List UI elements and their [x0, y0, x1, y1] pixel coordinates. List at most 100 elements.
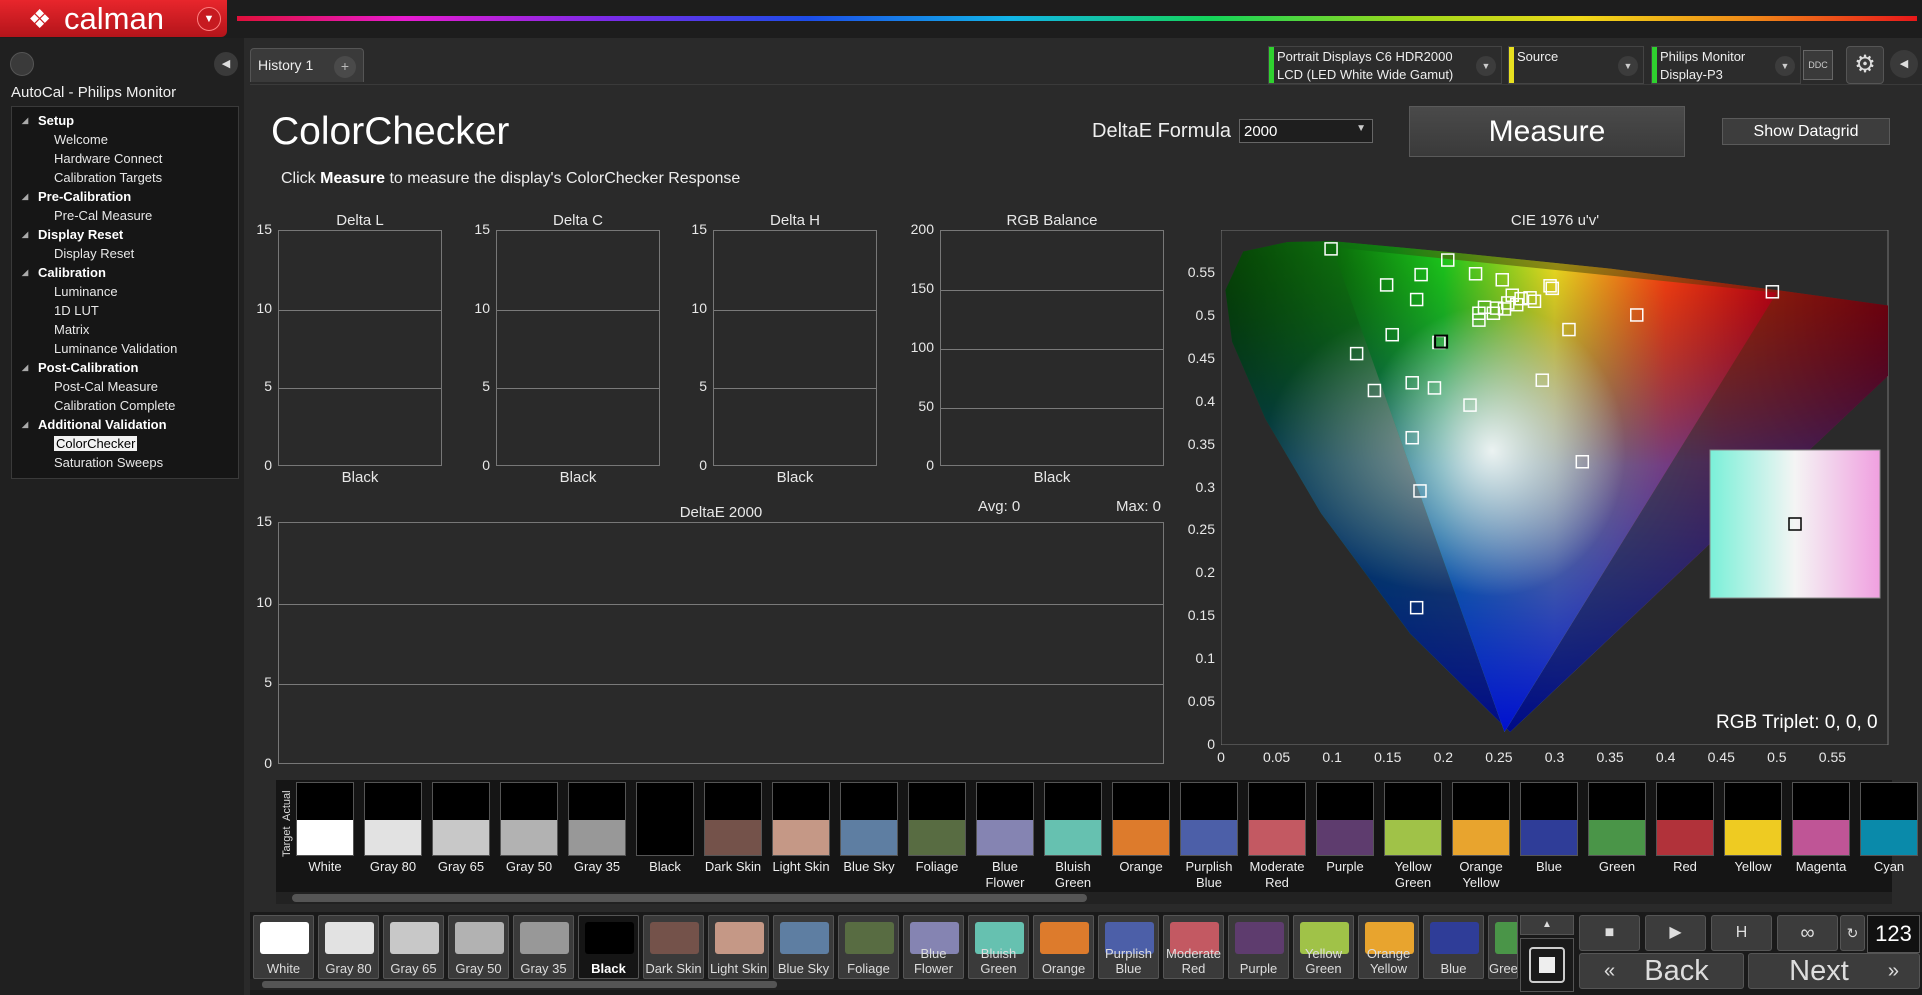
patch-button[interactable]: Dark Skin: [643, 915, 704, 979]
gear-icon[interactable]: ⚙: [1846, 46, 1884, 84]
patch-button[interactable]: Black: [578, 915, 639, 979]
patch-button[interactable]: Gray 35: [513, 915, 574, 979]
add-tab-button[interactable]: +: [334, 56, 356, 78]
swatch[interactable]: White: [296, 782, 354, 875]
deltae-formula-select[interactable]: 2000 ▼: [1239, 119, 1373, 143]
swatch[interactable]: Gray 65: [432, 782, 490, 875]
hold-icon[interactable]: H: [1711, 915, 1772, 951]
sidebar-item[interactable]: Matrix: [12, 320, 238, 339]
gridline: [279, 603, 1163, 605]
back-button[interactable]: « Back: [1579, 953, 1744, 989]
swatch[interactable]: Bluish Green: [1044, 782, 1102, 891]
swatch[interactable]: Red: [1656, 782, 1714, 875]
swatch[interactable]: Orange: [1112, 782, 1170, 875]
sidebar-item[interactable]: Hardware Connect: [12, 149, 238, 168]
sidebar-item[interactable]: Luminance Validation: [12, 339, 238, 358]
stop-icon[interactable]: ■: [1579, 915, 1640, 951]
sidebar-item[interactable]: Calibration Complete: [12, 396, 238, 415]
patch-button[interactable]: Blue: [1423, 915, 1484, 979]
swatch[interactable]: Dark Skin: [704, 782, 762, 875]
swatch[interactable]: Gray 50: [500, 782, 558, 875]
patch-button[interactable]: Orange Yellow: [1358, 915, 1419, 979]
swatch-target: [1248, 820, 1306, 856]
rgb-triplet: RGB Triplet: 0, 0, 0: [1716, 712, 1878, 733]
chevron-down-icon[interactable]: ▼: [1618, 56, 1638, 76]
patch-button[interactable]: Gray 80: [318, 915, 379, 979]
swatch[interactable]: Yellow Green: [1384, 782, 1442, 891]
sidebar-item[interactable]: Welcome: [12, 130, 238, 149]
app-logo[interactable]: ❖ calman ▼: [0, 0, 227, 37]
gridline: [941, 349, 1163, 350]
refresh-icon[interactable]: ↻: [1840, 915, 1865, 951]
sidebar-section[interactable]: Additional Validation: [12, 415, 238, 434]
patch-button[interactable]: Moderate Red: [1163, 915, 1224, 979]
sidebar-item[interactable]: Saturation Sweeps: [12, 453, 238, 472]
sidebar-section[interactable]: Display Reset: [12, 225, 238, 244]
swatch[interactable]: Light Skin: [772, 782, 830, 875]
chevron-down-icon[interactable]: ▼: [1476, 56, 1496, 76]
swatch[interactable]: Moderate Red: [1248, 782, 1306, 891]
patch-button[interactable]: Purplish Blue: [1098, 915, 1159, 979]
swatch[interactable]: Green: [1588, 782, 1646, 875]
next-button[interactable]: Next »: [1748, 953, 1920, 989]
sidebar-pin-icon[interactable]: [10, 52, 34, 76]
sidebar-item[interactable]: Post-Cal Measure: [12, 377, 238, 396]
sidebar-item[interactable]: Display Reset: [12, 244, 238, 263]
patch-label: Blue: [1440, 961, 1467, 976]
source-selector[interactable]: Source ▼: [1508, 46, 1644, 84]
swatch[interactable]: Cyan: [1860, 782, 1918, 875]
sidebar-section[interactable]: Pre-Calibration: [12, 187, 238, 206]
ddc-button[interactable]: DDC: [1803, 50, 1833, 80]
swatch[interactable]: Orange Yellow: [1452, 782, 1510, 891]
right-panel-collapse-icon[interactable]: ◀: [1890, 50, 1918, 78]
swatch[interactable]: Gray 80: [364, 782, 422, 875]
swatch[interactable]: Gray 35: [568, 782, 626, 875]
swatch[interactable]: Purplish Blue: [1180, 782, 1238, 891]
patch-button[interactable]: Blue Flower: [903, 915, 964, 979]
patch-button[interactable]: Bluish Green: [968, 915, 1029, 979]
sidebar-item[interactable]: ColorChecker: [12, 434, 238, 453]
sidebar-item[interactable]: Calibration Targets: [12, 168, 238, 187]
continuous-icon[interactable]: ∞: [1777, 915, 1838, 951]
patch-button[interactable]: Purple: [1228, 915, 1289, 979]
app-menu-chevron-icon[interactable]: ▼: [197, 7, 221, 31]
patch-button[interactable]: Light Skin: [708, 915, 769, 979]
swatch[interactable]: Purple: [1316, 782, 1374, 875]
swatch[interactable]: Foliage: [908, 782, 966, 875]
patch-scroll-thumb[interactable]: [262, 981, 777, 988]
patch-button[interactable]: Green: [1488, 915, 1518, 979]
monitor-selector[interactable]: Philips Monitor Display-P3 ▼: [1651, 46, 1801, 84]
device-line-1: Portrait Displays C6 HDR2000: [1277, 49, 1453, 64]
chart-plot-area: [713, 230, 877, 466]
swatch[interactable]: Blue Sky: [840, 782, 898, 875]
patch-button[interactable]: Gray 50: [448, 915, 509, 979]
swatch[interactable]: Blue Flower: [976, 782, 1034, 891]
patch-counter[interactable]: 123: [1867, 915, 1920, 953]
patch-button[interactable]: White: [253, 915, 314, 979]
stop-large-button[interactable]: [1520, 938, 1574, 992]
sidebar-item[interactable]: 1D LUT: [12, 301, 238, 320]
swatch[interactable]: Yellow: [1724, 782, 1782, 875]
measure-button[interactable]: Measure: [1409, 106, 1685, 157]
chevron-up-icon[interactable]: ▲: [1520, 915, 1574, 935]
swatch[interactable]: Magenta: [1792, 782, 1850, 875]
swatch[interactable]: Black: [636, 782, 694, 875]
patch-button[interactable]: Gray 65: [383, 915, 444, 979]
sidebar-item[interactable]: Luminance: [12, 282, 238, 301]
patch-button[interactable]: Foliage: [838, 915, 899, 979]
sidebar-section[interactable]: Setup: [12, 111, 238, 130]
swatch-scroll-thumb[interactable]: [292, 894, 1087, 902]
cie-y-tick-label: 0.3: [1195, 478, 1215, 495]
play-icon[interactable]: ▶: [1645, 915, 1706, 951]
patch-button[interactable]: Orange: [1033, 915, 1094, 979]
sidebar-section[interactable]: Calibration: [12, 263, 238, 282]
chevron-down-icon[interactable]: ▼: [1775, 56, 1795, 76]
display-device-selector[interactable]: Portrait Displays C6 HDR2000 LCD (LED Wh…: [1268, 46, 1502, 84]
swatch[interactable]: Blue: [1520, 782, 1578, 875]
sidebar-collapse-icon[interactable]: ◀: [214, 52, 238, 76]
patch-button[interactable]: Yellow Green: [1293, 915, 1354, 979]
sidebar-item[interactable]: Pre-Cal Measure: [12, 206, 238, 225]
patch-button[interactable]: Blue Sky: [773, 915, 834, 979]
show-datagrid-button[interactable]: Show Datagrid: [1722, 118, 1890, 145]
sidebar-section[interactable]: Post-Calibration: [12, 358, 238, 377]
